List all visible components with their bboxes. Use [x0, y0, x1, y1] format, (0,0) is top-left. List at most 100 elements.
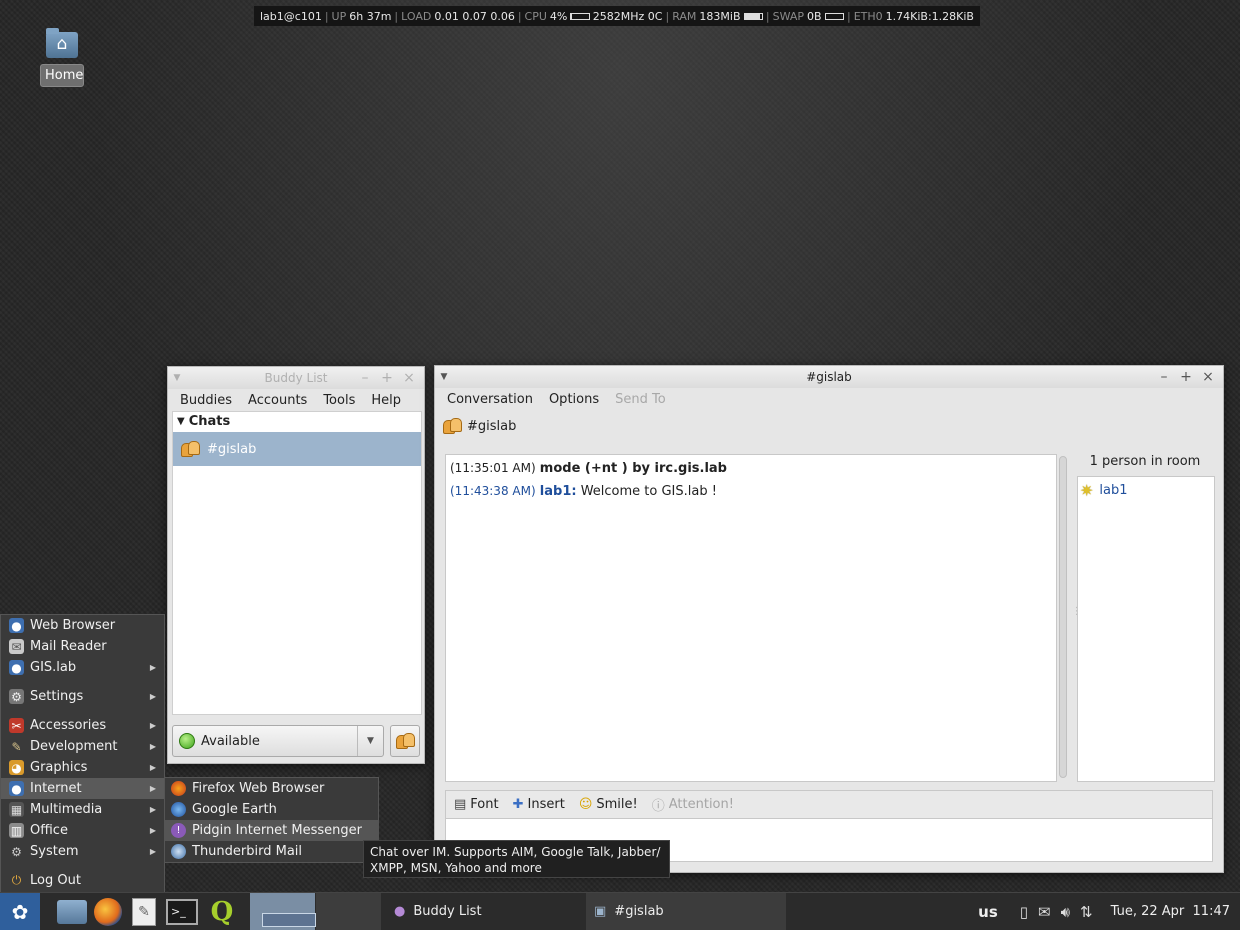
menu-item-label: Accessories	[30, 718, 107, 733]
window-title: #gislab	[806, 370, 852, 384]
menu-buddies[interactable]: Buddies	[172, 393, 240, 408]
message-nick[interactable]: lab1:	[540, 484, 577, 499]
load-label: LOAD	[401, 9, 432, 23]
font-button[interactable]: ▤ Font	[454, 797, 499, 812]
submenu-arrow-icon: ▶	[149, 763, 156, 772]
menu-options[interactable]: Options	[541, 392, 607, 407]
workspace-1[interactable]	[250, 892, 316, 930]
mail-icon[interactable]: ✉	[1038, 903, 1051, 921]
menu-item-multimedia[interactable]: ▦ Multimedia ▶	[1, 799, 164, 820]
submenu-item-firefox[interactable]: Firefox Web Browser	[165, 778, 378, 799]
status-selector[interactable]: Available ▼	[172, 725, 384, 757]
chat-item-label: #gislab	[207, 441, 257, 457]
maximize-icon[interactable]: +	[1175, 369, 1197, 385]
message-time: (11:35:01 AM)	[450, 461, 536, 475]
task-gislab[interactable]: ▣ #gislab	[586, 892, 786, 930]
window-menu-icon[interactable]: ▼	[435, 372, 453, 382]
load-value: 0.01 0.07 0.06	[434, 9, 515, 23]
plus-icon: ✚	[512, 797, 524, 812]
buddy-list-titlebar[interactable]: ▼ Buddy List – + ×	[168, 367, 424, 389]
message-time: (11:43:38 AM)	[450, 484, 536, 498]
xfce-mouse-icon: ✿	[11, 899, 29, 924]
maximize-icon[interactable]: +	[376, 370, 398, 386]
menu-item-settings[interactable]: ⚙ Settings ▶	[1, 686, 164, 707]
menu-item-log-out[interactable]: ⏻ Log Out	[1, 870, 164, 891]
smile-button[interactable]: ☺ Smile!	[579, 797, 638, 812]
globe-icon: ●	[9, 660, 24, 675]
globe-icon: ●	[9, 618, 24, 633]
close-icon[interactable]: ×	[398, 370, 420, 386]
uptime-value: 6h 37m	[349, 9, 392, 23]
status-label: Available	[201, 733, 260, 749]
menu-conversation[interactable]: Conversation	[439, 392, 541, 407]
desktop-home-icon[interactable]: Home	[40, 28, 84, 87]
submenu-item-thunderbird[interactable]: Thunderbird Mail	[165, 841, 378, 862]
menu-item-web-browser[interactable]: ● Web Browser	[1, 615, 164, 636]
qgis-launcher[interactable]: Q	[202, 893, 242, 930]
expander-down-icon[interactable]: ▼	[177, 416, 185, 427]
text-editor-launcher[interactable]: ✎	[126, 893, 162, 930]
network-icon[interactable]: ⇅	[1080, 903, 1093, 921]
menu-item-mail-reader[interactable]: ✉ Mail Reader	[1, 636, 164, 657]
submenu-item-label: Google Earth	[192, 802, 277, 817]
insert-button[interactable]: ✚ Insert	[513, 797, 565, 812]
text-editor-icon: ✎	[132, 897, 156, 926]
multimedia-icon: ▦	[9, 802, 24, 817]
menu-item-system[interactable]: ⚙ System ▶	[1, 841, 164, 862]
menu-accounts[interactable]: Accounts	[240, 393, 315, 408]
bottom-panel: ✿ ✎ >_ Q ● Buddy List ▣ #gislab us ▯ ✉ 🔊…	[0, 892, 1240, 930]
chat-titlebar[interactable]: ▼ #gislab – + ×	[435, 366, 1223, 388]
menu-item-label: Development	[30, 739, 118, 754]
cpu-value: 4%	[549, 9, 568, 23]
user-host: lab1@c101	[260, 9, 322, 23]
chats-group-row[interactable]: ▼ Chats	[173, 412, 421, 430]
conversation-name: #gislab	[467, 418, 517, 434]
firefox-launcher[interactable]	[90, 893, 126, 930]
menu-separator	[1, 707, 164, 715]
submenu-item-pidgin[interactable]: ! Pidgin Internet Messenger	[165, 820, 378, 841]
clock[interactable]: Tue, 22 Apr 11:47	[1111, 904, 1230, 919]
minimize-icon[interactable]: –	[354, 370, 376, 386]
menu-item-gislab[interactable]: ● GIS.lab ▶	[1, 657, 164, 678]
terminal-launcher[interactable]: >_	[162, 893, 202, 930]
op-star-icon: ✷	[1080, 481, 1094, 500]
conversation-log[interactable]: (11:35:01 AM) mode (+nt ) by irc.gis.lab…	[445, 454, 1057, 782]
swap-label: SWAP	[772, 9, 805, 23]
volume-icon[interactable]: 🔊︎	[1061, 903, 1070, 921]
chat-item-gislab[interactable]: #gislab	[173, 432, 421, 466]
development-icon: ✎	[11, 739, 22, 754]
keyboard-layout[interactable]: us	[978, 903, 998, 921]
firefox-icon	[171, 781, 186, 796]
buddy-list-menubar: Buddies Accounts Tools Help	[168, 389, 424, 411]
menu-help[interactable]: Help	[363, 393, 409, 408]
window-menu-icon[interactable]: ▼	[168, 373, 186, 383]
battery-icon[interactable]: ▯	[1020, 903, 1028, 921]
menu-item-label: Log Out	[30, 873, 81, 888]
file-manager-launcher[interactable]	[54, 893, 90, 930]
buddy-icon-button[interactable]	[390, 725, 420, 757]
menu-item-accessories[interactable]: ✂ Accessories ▶	[1, 715, 164, 736]
accessories-icon: ✂	[9, 718, 24, 733]
attention-label: Attention!	[668, 797, 734, 812]
xfce-menu-button[interactable]: ✿	[0, 892, 40, 930]
minimize-icon[interactable]: –	[1153, 369, 1175, 385]
menu-item-development[interactable]: ✎ Development ▶	[1, 736, 164, 757]
menu-item-graphics[interactable]: ◕ Graphics ▶	[1, 757, 164, 778]
workspace-2[interactable]	[316, 892, 382, 930]
close-icon[interactable]: ×	[1197, 369, 1219, 385]
submenu-item-google-earth[interactable]: Google Earth	[165, 799, 378, 820]
conversation-scrollbar[interactable]	[1059, 456, 1067, 778]
menu-item-office[interactable]: ▥ Office ▶	[1, 820, 164, 841]
message-line: (11:35:01 AM) mode (+nt ) by irc.gis.lab	[450, 457, 1052, 480]
user-list-item[interactable]: ✷ lab1	[1080, 481, 1212, 500]
menu-item-label: GIS.lab	[30, 660, 77, 675]
thunderbird-icon	[171, 844, 186, 859]
task-list: ● Buddy List ▣ #gislab	[386, 892, 786, 930]
task-buddy-list[interactable]: ● Buddy List	[386, 893, 586, 930]
menu-item-internet[interactable]: ● Internet ▶	[1, 778, 164, 799]
menu-item-label: Mail Reader	[30, 639, 107, 654]
buddy-icon	[396, 733, 415, 749]
menu-tools[interactable]: Tools	[315, 393, 363, 408]
system-tray: us ▯ ✉ 🔊︎ ⇅ Tue, 22 Apr 11:47	[978, 903, 1240, 921]
google-earth-icon	[171, 802, 186, 817]
